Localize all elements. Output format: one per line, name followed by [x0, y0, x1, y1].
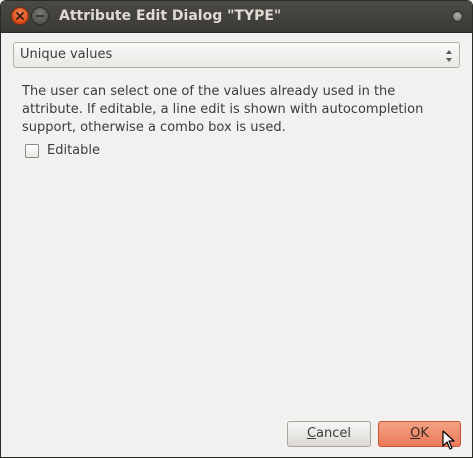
editable-checkbox-label[interactable]: Editable [47, 143, 100, 158]
widget-type-combo[interactable]: Unique values [13, 42, 460, 68]
ok-label-rest: K [420, 426, 429, 441]
updown-arrows-icon [446, 50, 452, 62]
cancel-button[interactable]: Cancel [287, 421, 371, 447]
close-icon [16, 12, 24, 20]
widget-description: The user can select one of the values al… [22, 84, 424, 135]
minimize-button[interactable] [31, 7, 49, 25]
minimize-icon [36, 15, 44, 17]
window-menu-icon[interactable] [452, 11, 463, 22]
cancel-mnemonic: C [306, 426, 317, 441]
mouse-pointer-icon [442, 430, 455, 450]
close-button[interactable] [11, 7, 29, 25]
title-bar[interactable]: Attribute Edit Dialog "TYPE" [1, 1, 472, 33]
combo-selected-value: Unique values [20, 47, 113, 62]
attribute-edit-dialog: Attribute Edit Dialog "TYPE" Unique valu… [0, 0, 473, 458]
editable-checkbox[interactable] [25, 144, 39, 158]
ok-mnemonic: O [410, 426, 421, 441]
window-title: Attribute Edit Dialog "TYPE" [59, 8, 282, 24]
cancel-label-rest: ancel [316, 426, 352, 441]
